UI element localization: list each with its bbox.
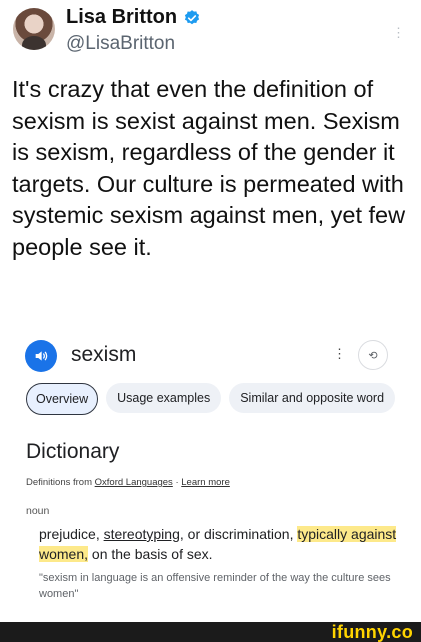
tweet-author: Lisa Britton: [66, 6, 201, 29]
definition-text: prejudice, stereotyping, or discriminati…: [39, 524, 399, 564]
watermark-bar: ifunny.co: [0, 622, 421, 642]
dictionary-heading: Dictionary: [26, 440, 120, 463]
part-of-speech: noun: [26, 505, 50, 517]
stereotyping-link[interactable]: stereotyping: [104, 526, 180, 542]
definition-part2: , or discrimination,: [179, 526, 298, 542]
verified-badge-icon: [185, 9, 200, 24]
more-options-icon[interactable]: ⋮: [392, 26, 405, 39]
learn-more-link[interactable]: Learn more: [181, 477, 230, 488]
tab-similar-opposite[interactable]: Similar and opposite word: [229, 383, 396, 413]
oxford-languages-link[interactable]: Oxford Languages: [95, 477, 173, 488]
avatar[interactable]: [13, 8, 55, 50]
definition-part3: on the basis of sex.: [88, 546, 213, 562]
definitions-source: Definitions from Oxford Languages · Lear…: [26, 477, 230, 488]
card-menu-icon[interactable]: ⋮: [333, 346, 346, 362]
source-separator: ·: [175, 477, 179, 488]
share-icon[interactable]: ⟲: [358, 340, 388, 370]
tweet-text: It's crazy that even the definition of s…: [12, 76, 406, 260]
ifunny-watermark: ifunny.co: [331, 622, 413, 642]
tab-overview[interactable]: Overview: [26, 383, 99, 415]
display-name[interactable]: Lisa Britton: [66, 6, 177, 29]
dictionary-word: sexism: [71, 343, 137, 366]
tab-usage-examples[interactable]: Usage examples: [106, 383, 222, 413]
usage-example: "sexism in language is an offensive remi…: [39, 572, 391, 600]
handle[interactable]: @LisaBritton: [66, 33, 175, 55]
speaker-glyph-icon: [35, 351, 48, 361]
definition-part1: prejudice,: [39, 526, 104, 542]
speaker-icon[interactable]: [25, 340, 57, 372]
dictionary-tabs: Overview Usage examples Similar and oppo…: [26, 383, 396, 415]
source-prefix: Definitions from: [26, 477, 92, 488]
